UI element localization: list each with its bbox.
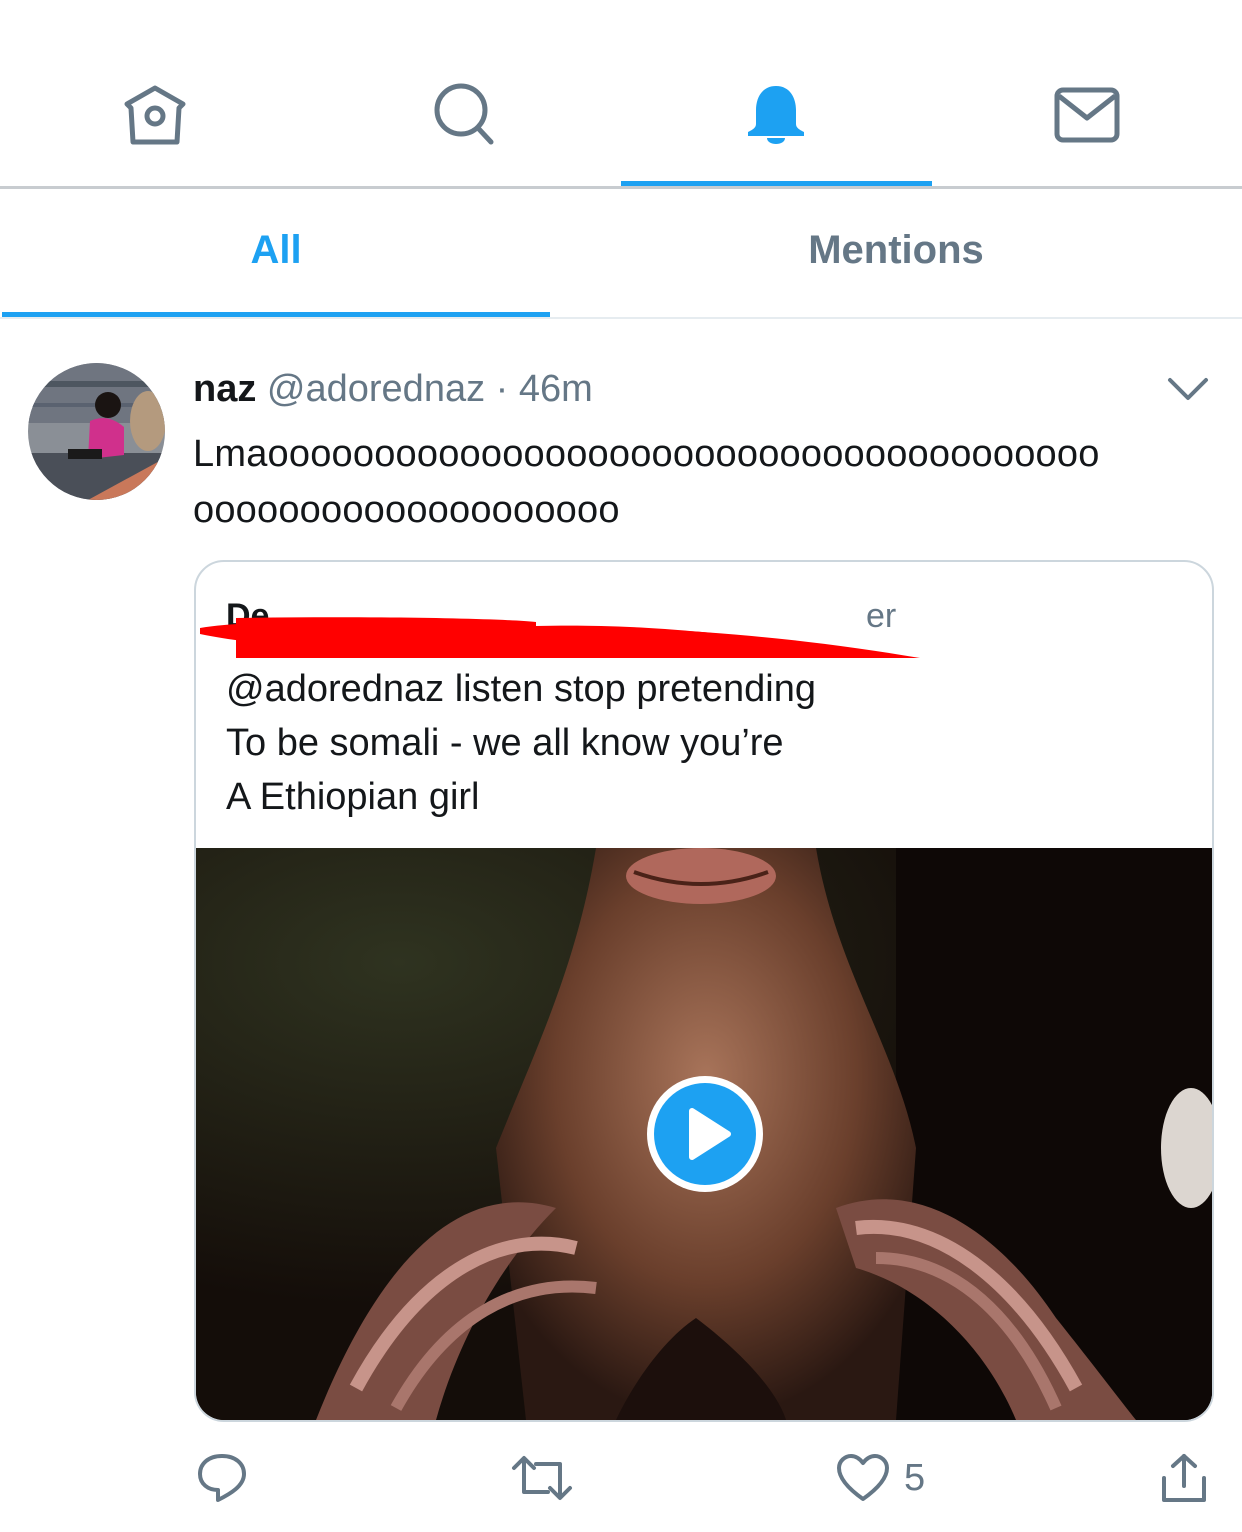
nav-messages[interactable] — [932, 0, 1242, 188]
like-button[interactable]: 5 — [836, 1448, 925, 1508]
like-count: 5 — [904, 1456, 926, 1499]
share-button[interactable] — [1158, 1448, 1210, 1508]
bell-icon — [748, 86, 804, 144]
search-icon — [434, 83, 494, 145]
quoted-text-line: A Ethiopian girl — [226, 776, 480, 818]
quoted-tweet[interactable]: De er @adorednaz listen stop pretending … — [194, 560, 1214, 1422]
redaction-scribble — [200, 617, 920, 658]
share-icon — [1162, 1454, 1206, 1502]
video-thumbnail[interactable] — [196, 848, 1212, 1420]
reply-icon — [198, 1454, 246, 1502]
tab-divider — [0, 317, 1242, 319]
tweet-text: Lmaooooooooooooooooooooooooooooooooooooo… — [193, 426, 1223, 538]
tweet-text-line: Lmaooooooooooooooooooooooooooooooooooooo… — [193, 433, 1100, 475]
tweet-separator: · — [495, 368, 509, 410]
quoted-text-line: To be somali - we all know you’re — [226, 722, 784, 764]
avatar[interactable] — [28, 363, 165, 500]
tab-mentions[interactable]: Mentions — [550, 189, 1242, 311]
tweet-text-line: oooooooooooooooooooo — [193, 489, 620, 531]
play-icon[interactable] — [644, 1073, 766, 1195]
tweet-header: naz @adorednaz · 46m — [193, 364, 593, 414]
notification-tabs: All Mentions — [0, 189, 1242, 319]
tweet-timestamp: 46m — [518, 368, 593, 410]
tweet-author-name[interactable]: naz — [193, 368, 256, 410]
tweet-author-handle[interactable]: @adorednaz — [267, 368, 485, 410]
retweet-button[interactable] — [510, 1448, 574, 1508]
heart-icon — [837, 1454, 889, 1501]
tab-all[interactable]: All — [2, 189, 550, 311]
envelope-icon — [1054, 87, 1120, 143]
chevron-down-icon[interactable] — [1164, 372, 1212, 408]
avatar-photo — [28, 363, 165, 500]
quoted-text-line: @adorednaz listen stop pretending — [226, 668, 816, 710]
home-icon — [124, 85, 186, 145]
quoted-tweet-text: @adorednaz listen stop pretending To be … — [226, 662, 1186, 824]
reply-button[interactable] — [196, 1448, 248, 1508]
nav-home[interactable] — [0, 0, 310, 188]
nav-search[interactable] — [310, 0, 620, 188]
nav-notifications[interactable] — [621, 0, 931, 188]
top-navigation — [0, 0, 1242, 189]
retweet-icon — [512, 1456, 572, 1500]
